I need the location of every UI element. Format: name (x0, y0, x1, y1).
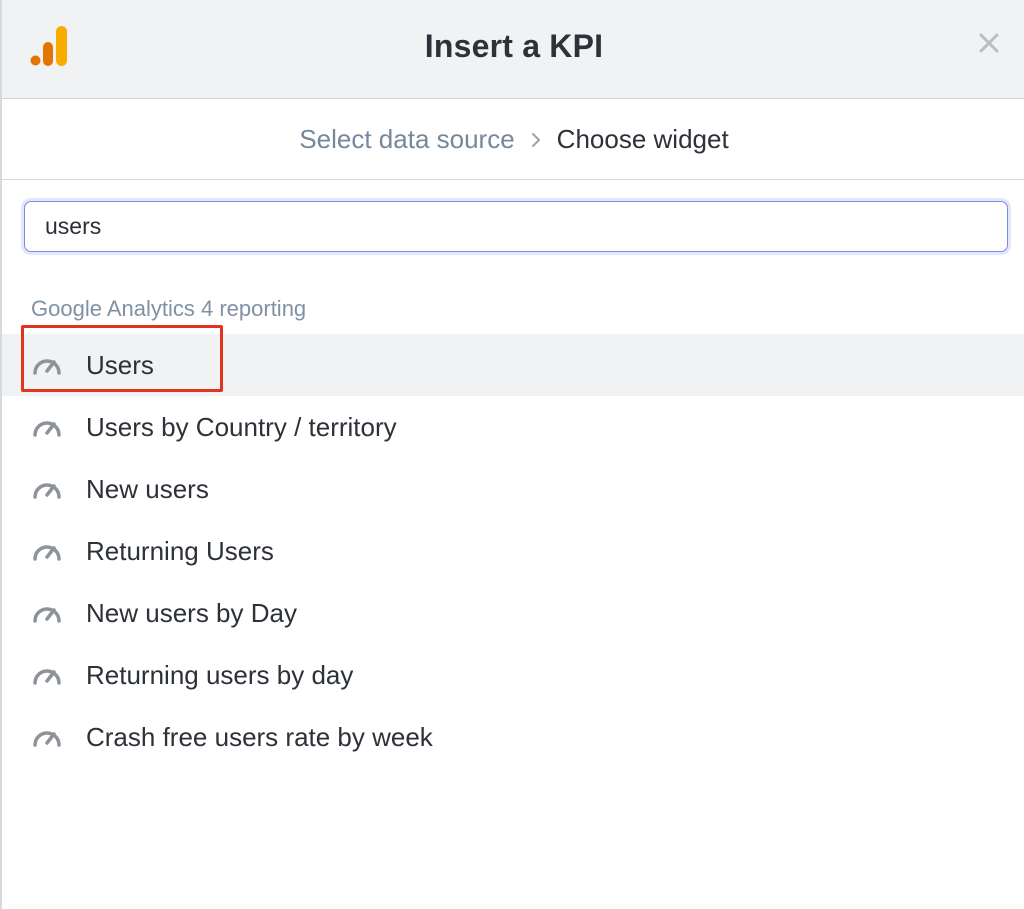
gauge-icon (33, 545, 61, 561)
list-item-label: Users by Country / territory (86, 411, 397, 442)
list-item-crash-free-users-rate[interactable]: Crash free users rate by week (2, 706, 1024, 768)
breadcrumb: Select data source Choose widget (2, 100, 1024, 180)
search-input[interactable] (24, 201, 1008, 252)
list-item-new-users-by-day[interactable]: New users by Day (2, 582, 1024, 644)
list-item-label: Crash free users rate by week (86, 721, 433, 752)
list-item-label: Users (86, 349, 154, 380)
list-item-new-users[interactable]: New users (2, 458, 1024, 520)
gauge-icon (33, 483, 61, 499)
list-item-label: Returning Users (86, 535, 274, 566)
results-group-label: Google Analytics 4 reporting (31, 296, 307, 321)
gauge-icon (33, 731, 61, 747)
gauge-icon (33, 607, 61, 623)
list-item-users[interactable]: Users (2, 334, 1024, 396)
list-item-returning-users-by-day[interactable]: Returning users by day (2, 644, 1024, 706)
results-list: Users Users by Country / territory New u… (2, 334, 1024, 768)
insert-kpi-dialog: Insert a KPI Select data source Choose w… (0, 0, 1024, 909)
breadcrumb-select-data-source[interactable]: Select data source (299, 124, 514, 155)
close-icon[interactable] (978, 32, 1000, 54)
dialog-title: Insert a KPI (424, 28, 604, 64)
gauge-icon (33, 359, 61, 375)
list-item-label: New users by Day (86, 597, 297, 628)
chevron-right-icon (531, 132, 540, 147)
list-item-label: Returning users by day (86, 659, 354, 690)
gauge-icon (33, 669, 61, 685)
list-item-returning-users[interactable]: Returning Users (2, 520, 1024, 582)
list-item-users-by-country[interactable]: Users by Country / territory (2, 396, 1024, 458)
dialog-header: Insert a KPI (2, 0, 1024, 99)
gauge-icon (33, 421, 61, 437)
list-item-label: New users (86, 473, 209, 504)
breadcrumb-choose-widget: Choose widget (556, 124, 729, 154)
